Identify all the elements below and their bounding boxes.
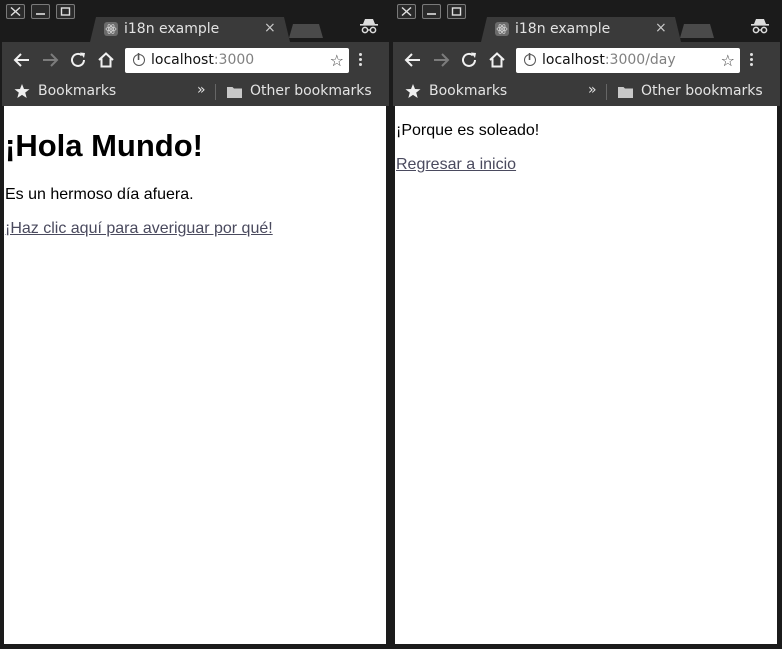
minimize-window-button[interactable] xyxy=(31,4,50,19)
maximize-icon xyxy=(60,7,71,16)
info-icon[interactable]: i xyxy=(524,53,536,66)
menu-dots-icon[interactable] xyxy=(359,53,363,68)
browser-tab[interactable]: i18n example × xyxy=(90,17,290,42)
bookmarks-divider xyxy=(606,84,607,100)
forward-arrow-icon[interactable] xyxy=(432,51,450,69)
menu-dots-icon[interactable] xyxy=(750,53,754,68)
maximize-window-button[interactable] xyxy=(56,4,75,19)
back-home-link[interactable]: Regresar a inicio xyxy=(396,156,516,174)
maximize-icon xyxy=(451,7,462,16)
home-icon[interactable] xyxy=(488,51,506,69)
browser-window-right: i18n example × i localhost:3000/day ☆ Bo… xyxy=(393,0,780,649)
new-tab-button[interactable] xyxy=(289,24,323,38)
browser-window-left: i18n example × i localhost:3000 ☆ Bookma… xyxy=(2,0,389,649)
minimize-icon xyxy=(36,13,45,15)
new-tab-button[interactable] xyxy=(680,24,714,38)
bookmarks-label[interactable]: Bookmarks xyxy=(429,83,507,99)
info-icon[interactable]: i xyxy=(133,53,145,66)
tab-close-icon[interactable]: × xyxy=(264,20,276,36)
folder-icon xyxy=(227,87,242,98)
page-heading: ¡Hola Mundo! xyxy=(5,128,204,163)
star-outline-icon[interactable]: ☆ xyxy=(330,51,344,70)
tab-title: i18n example xyxy=(515,21,611,37)
page-paragraph: ¡Porque es soleado! xyxy=(396,122,540,139)
incognito-icon xyxy=(360,19,378,34)
browser-tab[interactable]: i18n example × xyxy=(481,17,681,42)
star-icon xyxy=(14,84,30,98)
bookmarks-bar: Bookmarks » Other bookmarks xyxy=(2,78,389,106)
other-bookmarks[interactable]: Other bookmarks xyxy=(641,83,763,99)
tab-close-icon[interactable]: × xyxy=(655,20,667,36)
bookmarks-overflow-chevron[interactable]: » xyxy=(197,82,206,98)
navigation-toolbar: i localhost:3000 ☆ xyxy=(2,42,389,78)
url-text[interactable]: localhost:3000 xyxy=(151,52,254,68)
tab-title: i18n example xyxy=(124,21,220,37)
react-favicon-icon xyxy=(495,22,509,36)
close-window-button[interactable] xyxy=(397,4,416,19)
minimize-window-button[interactable] xyxy=(422,4,441,19)
close-icon xyxy=(10,7,21,16)
bookmarks-overflow-chevron[interactable]: » xyxy=(588,82,597,98)
close-icon xyxy=(401,7,412,16)
folder-icon xyxy=(618,87,633,98)
address-bar[interactable]: i localhost:3000 ☆ xyxy=(125,48,349,73)
bookmarks-label[interactable]: Bookmarks xyxy=(38,83,116,99)
minimize-icon xyxy=(427,13,436,15)
navigation-toolbar: i localhost:3000/day ☆ xyxy=(393,42,780,78)
title-bar: i18n example × xyxy=(2,0,389,42)
page-content: ¡Porque es soleado! Regresar a inicio xyxy=(395,106,777,644)
home-icon[interactable] xyxy=(97,51,115,69)
why-link[interactable]: ¡Haz clic aquí para averiguar por qué! xyxy=(5,220,273,238)
back-arrow-icon[interactable] xyxy=(13,51,31,69)
star-icon xyxy=(405,84,421,98)
address-bar[interactable]: i localhost:3000/day ☆ xyxy=(516,48,740,73)
react-favicon-icon xyxy=(104,22,118,36)
title-bar: i18n example × xyxy=(393,0,780,42)
reload-icon[interactable] xyxy=(69,51,87,69)
close-window-button[interactable] xyxy=(6,4,25,19)
star-outline-icon[interactable]: ☆ xyxy=(721,51,735,70)
reload-icon[interactable] xyxy=(460,51,478,69)
maximize-window-button[interactable] xyxy=(447,4,466,19)
bookmarks-bar: Bookmarks » Other bookmarks xyxy=(393,78,780,106)
bookmarks-divider xyxy=(215,84,216,100)
page-content: ¡Hola Mundo! Es un hermoso día afuera. ¡… xyxy=(4,106,386,644)
back-arrow-icon[interactable] xyxy=(404,51,422,69)
url-text[interactable]: localhost:3000/day xyxy=(542,52,676,68)
forward-arrow-icon[interactable] xyxy=(41,51,59,69)
other-bookmarks[interactable]: Other bookmarks xyxy=(250,83,372,99)
page-paragraph: Es un hermoso día afuera. xyxy=(5,186,194,203)
incognito-icon xyxy=(751,19,769,34)
